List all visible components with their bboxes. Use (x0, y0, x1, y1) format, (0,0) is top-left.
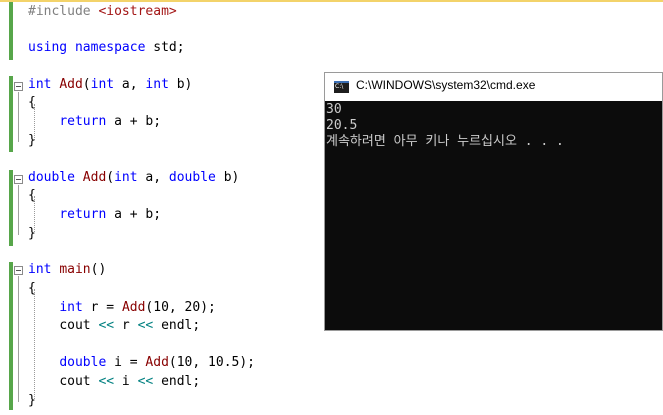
code-line-stmt-int-r[interactable]: int r = Add(10, 20); (28, 299, 216, 317)
cout: cout (59, 318, 99, 333)
code-line-add-int-signature[interactable]: int Add(int a, int b) (28, 76, 192, 94)
variable: i (114, 374, 138, 389)
type-keyword: int (59, 300, 83, 315)
console-output-area[interactable]: 30 20.5 계속하려면 아무 키나 누르십시오 . . . (325, 101, 662, 330)
code-line-brace-open[interactable]: { (28, 187, 36, 205)
cout: cout (59, 374, 99, 389)
call-args: (10, 10.5); (168, 355, 255, 370)
code-line-stmt-double-i[interactable]: double i = Add(10, 10.5); (28, 354, 255, 372)
code-line-return[interactable]: return a + b; (28, 113, 161, 131)
function-name: main (59, 262, 91, 277)
code-line-brace-close[interactable]: } (28, 392, 36, 410)
param: b) (168, 77, 193, 92)
code-line-brace-close[interactable]: } (28, 132, 36, 150)
stream-operator: << (98, 374, 115, 389)
param-type: int (90, 77, 115, 92)
change-indicator-bar (9, 170, 13, 246)
code-line-main-signature[interactable]: int main() (28, 261, 106, 279)
brace: } (28, 133, 36, 148)
code-line-brace-open[interactable]: { (28, 94, 36, 112)
return-type: int (28, 77, 52, 92)
fold-guide (18, 185, 19, 235)
return-expression: a + b; (106, 114, 162, 129)
console-title: C:\WINDOWS\system32\cmd.exe (356, 78, 536, 92)
brace: } (28, 226, 36, 241)
function-call: Add (145, 355, 169, 370)
console-output-line: 계속하려면 아무 키나 누르십시오 . . . (326, 134, 564, 149)
stream-operator: << (137, 374, 154, 389)
type-keyword: double (59, 355, 107, 370)
code-line-brace-close[interactable]: } (28, 225, 36, 243)
code-line-cout-r[interactable]: cout << r << endl; (28, 317, 200, 335)
code-line-using[interactable]: using namespace std; (28, 39, 185, 57)
brace: } (28, 393, 36, 408)
function-name: Add (59, 77, 83, 92)
function-name: Add (82, 170, 107, 185)
fold-toggle-icon[interactable] (14, 175, 23, 184)
code-line-brace-open[interactable]: { (28, 280, 36, 298)
editor-top-border (0, 0, 663, 2)
keyword: namespace (74, 40, 146, 55)
fold-toggle-icon[interactable] (14, 82, 23, 91)
change-indicator-bar (9, 2, 13, 60)
endl: endl; (153, 318, 201, 333)
stream-operator: << (98, 318, 115, 333)
code-line-include[interactable]: #include <iostream> (28, 3, 177, 21)
declaration: r = (82, 300, 122, 315)
namespace-name: std; (153, 40, 185, 55)
console-title-bar[interactable]: C:\WINDOWS\system32\cmd.exe (325, 73, 662, 101)
keyword: return (59, 207, 107, 222)
paren: () (90, 262, 107, 277)
stream-operator: << (137, 318, 154, 333)
change-indicator-bar (9, 262, 13, 410)
return-type: int (28, 262, 52, 277)
preprocessor-directive: #include (28, 4, 91, 19)
call-args: (10, 20); (145, 300, 216, 315)
code-line-add-double-signature[interactable]: double Add(int a, double b) (28, 169, 239, 187)
param-type: int (114, 170, 138, 185)
paren: ( (82, 77, 91, 92)
change-indicator-bar (9, 76, 13, 152)
brace: { (28, 188, 36, 203)
code-line-cout-i[interactable]: cout << i << endl; (28, 373, 200, 391)
paren: ( (106, 170, 115, 185)
return-type: double (28, 170, 75, 185)
cmd-icon (334, 81, 349, 93)
brace: { (28, 281, 36, 296)
fold-guide (18, 92, 19, 142)
declaration: i = (106, 355, 146, 370)
fold-guide (18, 276, 19, 402)
param-type: double (168, 170, 216, 185)
return-expression: a + b; (106, 207, 162, 222)
keyword: return (59, 114, 107, 129)
fold-toggle-icon[interactable] (14, 266, 23, 275)
variable: r (114, 318, 138, 333)
console-window[interactable]: C:\WINDOWS\system32\cmd.exe 30 20.5 계속하려… (324, 72, 663, 331)
param: a, (114, 77, 146, 92)
keyword: using (28, 40, 68, 55)
endl: endl; (153, 374, 201, 389)
param: b) (215, 170, 240, 185)
code-line-return[interactable]: return a + b; (28, 206, 161, 224)
brace: { (28, 95, 36, 110)
param: a, (137, 170, 169, 185)
include-header: <iostream> (98, 4, 177, 19)
param-type: int (145, 77, 169, 92)
function-call: Add (121, 300, 146, 315)
